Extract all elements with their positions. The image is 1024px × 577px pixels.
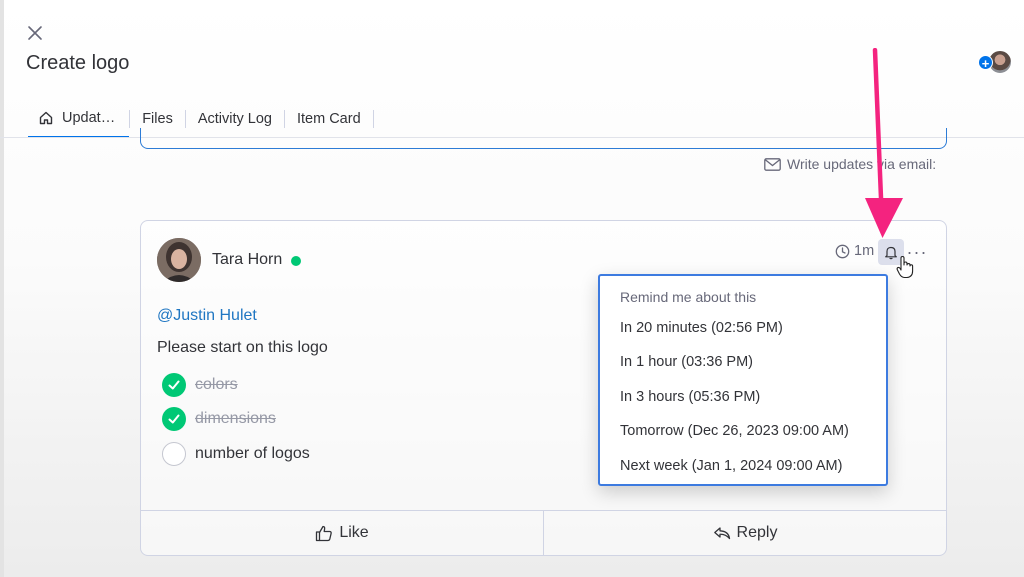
avatar[interactable] [157, 238, 201, 282]
hand-cursor-icon [896, 255, 914, 284]
remind-option-next-week[interactable]: Next week (Jan 1, 2024 09:00 AM) [620, 458, 842, 474]
reply-label: Reply [736, 524, 778, 541]
author-name[interactable]: Tara Horn [212, 251, 282, 269]
remind-menu-title: Remind me about this [620, 289, 757, 305]
update-actions: Like Reply [141, 510, 946, 555]
tab-updates[interactable]: Updat… [28, 100, 130, 138]
mention-link[interactable]: @Justin Hulet [157, 307, 257, 325]
page-title: Create logo [26, 52, 130, 74]
checklist-item-text: number of logos [195, 445, 310, 462]
checklist-item: number of logos [162, 442, 310, 466]
update-editor[interactable] [140, 128, 947, 149]
remind-option-20-minutes[interactable]: In 20 minutes (02:56 PM) [620, 320, 783, 336]
checkbox-unchecked[interactable] [162, 442, 186, 466]
annotation-arrow [862, 47, 906, 249]
close-icon[interactable] [26, 24, 46, 44]
update-text: Please start on this logo [157, 339, 328, 356]
reply-icon [713, 527, 730, 540]
remind-option-3-hours[interactable]: In 3 hours (05:36 PM) [620, 389, 760, 405]
checklist-item: colors [162, 373, 238, 397]
like-button[interactable]: Like [141, 511, 543, 555]
home-icon [38, 110, 54, 126]
tab-label: Item Card [296, 111, 361, 127]
thumbs-up-icon [316, 525, 333, 541]
tab-label: Activity Log [197, 111, 272, 127]
window-edge [0, 0, 4, 577]
remind-option-1-hour[interactable]: In 1 hour (03:36 PM) [620, 354, 753, 370]
subscribers[interactable]: + [976, 50, 1016, 76]
checkbox-checked[interactable] [162, 407, 186, 431]
checklist-item: dimensions [162, 407, 276, 431]
tab-label: Files [142, 111, 173, 127]
checklist-item-text: dimensions [195, 410, 276, 427]
online-status-indicator [291, 256, 301, 266]
clock-icon [835, 244, 850, 258]
checkbox-checked[interactable] [162, 373, 186, 397]
remind-option-tomorrow[interactable]: Tomorrow (Dec 26, 2023 09:00 AM) [620, 423, 849, 439]
check-icon [168, 414, 180, 424]
write-updates-via-email-link[interactable]: Write updates via email: [764, 156, 936, 172]
mail-icon [764, 157, 781, 171]
check-icon [168, 380, 180, 390]
remind-me-menu: Remind me about this In 20 minutes (02:5… [598, 274, 888, 486]
like-label: Like [339, 524, 369, 541]
tab-label: Updat… [62, 110, 116, 126]
reply-button[interactable]: Reply [544, 511, 946, 555]
plus-icon[interactable]: + [978, 55, 993, 71]
tab-divider [372, 110, 374, 128]
checklist-item-text: colors [195, 376, 238, 393]
